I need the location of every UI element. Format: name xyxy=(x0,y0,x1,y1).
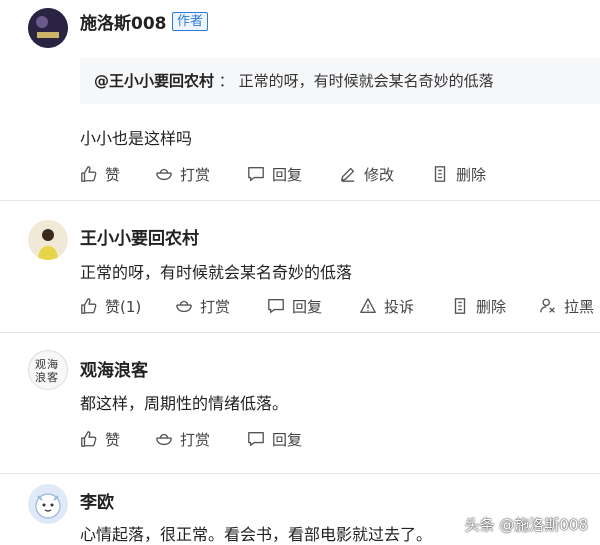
warning-icon xyxy=(360,298,376,313)
block-label: 拉黑 xyxy=(564,297,595,316)
comment-text: 小小也是这样吗 xyxy=(80,129,193,148)
comment-guanhailangke: 观海浪客 观海浪客 都这样，周期性的情绪低落。 赞 打赏 回复 xyxy=(0,333,600,473)
avatar[interactable]: 观海浪客 xyxy=(28,350,68,390)
ingot-icon xyxy=(176,300,192,313)
reply-button[interactable]: 回复 xyxy=(267,296,359,317)
avatar-text: 观海浪客 xyxy=(35,358,59,384)
quoted-text: 正常的呀，有时候就会某名奇妙的低落 xyxy=(238,72,494,90)
chat-bubble-icon xyxy=(248,432,264,446)
author-name[interactable]: 李欧 xyxy=(80,488,114,513)
delete-label: 删除 xyxy=(456,165,487,184)
author-name[interactable]: 观海浪客 xyxy=(80,356,148,381)
comment-actions: 赞 打赏 回复 修改 删除 xyxy=(80,161,486,187)
cartoon-face-avatar-icon xyxy=(28,484,68,524)
tip-label: 打赏 xyxy=(200,297,231,316)
comment-text: 都这样，周期性的情绪低落。 xyxy=(80,394,289,413)
comment-text: 正常的呀，有时候就会某名奇妙的低落 xyxy=(80,263,353,282)
like-label: 赞(1) xyxy=(105,297,142,316)
report-button[interactable]: 投诉 xyxy=(359,296,451,317)
block-user-icon xyxy=(540,298,555,313)
reply-label: 回复 xyxy=(272,165,303,184)
trash-icon xyxy=(454,298,466,314)
tip-label: 打赏 xyxy=(180,430,211,449)
watermark: 头条 @施洛斯008 xyxy=(464,516,588,534)
block-button[interactable]: 拉黑 xyxy=(539,296,594,317)
comment-wangxiaoxiao: 王小小要回农村 正常的呀，有时候就会某名奇妙的低落 赞(1) 打赏 回复 投诉 … xyxy=(0,201,600,331)
delete-button[interactable]: 删除 xyxy=(451,296,539,317)
delete-label: 删除 xyxy=(476,297,507,316)
ingot-icon xyxy=(156,433,172,446)
author-badge: 作者 xyxy=(172,12,209,31)
comment-text: 心情起落，很正常。看会书，看部电影就过去了。 xyxy=(80,525,433,544)
comment-author-reply: 施洛斯008 作者 @王小小要回农村 ： 正常的呀，有时候就会某名奇妙的低落 小… xyxy=(0,0,600,200)
avatar[interactable] xyxy=(28,220,68,260)
edit-label: 修改 xyxy=(364,165,395,184)
tip-label: 打赏 xyxy=(180,165,211,184)
delete-button[interactable]: 删除 xyxy=(431,164,486,185)
avatar[interactable] xyxy=(28,484,68,524)
thumbs-up-icon xyxy=(81,431,97,447)
report-label: 投诉 xyxy=(384,297,415,316)
edit-button[interactable]: 修改 xyxy=(339,164,431,185)
comment-actions: 赞(1) 打赏 回复 投诉 删除 拉黑 xyxy=(80,293,594,319)
reply-label: 回复 xyxy=(272,430,303,449)
quoted-comment: @王小小要回农村 ： 正常的呀，有时候就会某名奇妙的低落 xyxy=(80,58,600,104)
avatar-image-icon xyxy=(28,8,68,48)
quoted-author[interactable]: @王小小要回农村 xyxy=(94,72,214,90)
tip-button[interactable]: 打赏 xyxy=(155,164,247,185)
trash-icon xyxy=(434,166,446,182)
like-button[interactable]: 赞 xyxy=(80,164,155,185)
comment-actions: 赞 打赏 回复 xyxy=(80,426,302,452)
reply-button[interactable]: 回复 xyxy=(247,429,302,450)
tip-button[interactable]: 打赏 xyxy=(175,296,267,317)
avatar-image-icon xyxy=(28,220,68,260)
reply-button[interactable]: 回复 xyxy=(247,164,339,185)
chat-bubble-icon xyxy=(268,299,284,313)
pencil-icon xyxy=(341,167,355,182)
like-label: 赞 xyxy=(105,165,121,184)
avatar[interactable] xyxy=(28,8,68,48)
chat-bubble-icon xyxy=(248,167,264,181)
like-button[interactable]: 赞(1) xyxy=(80,296,175,317)
author-name[interactable]: 施洛斯008 xyxy=(80,9,167,34)
author-name[interactable]: 王小小要回农村 xyxy=(80,224,199,249)
tip-button[interactable]: 打赏 xyxy=(155,429,247,450)
ingot-icon xyxy=(156,168,172,181)
like-button[interactable]: 赞 xyxy=(80,429,155,450)
reply-label: 回复 xyxy=(292,297,323,316)
like-label: 赞 xyxy=(105,430,121,449)
thumbs-up-icon xyxy=(81,298,97,314)
thumbs-up-icon xyxy=(81,166,97,182)
quote-separator: ： xyxy=(218,72,234,90)
